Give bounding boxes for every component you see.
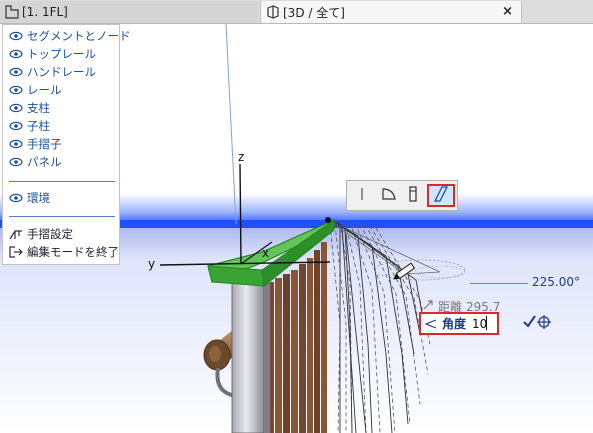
panel-item-label: パネル [27, 155, 62, 169]
pet-curved-button[interactable] [377, 184, 401, 207]
axis-label-x: x [262, 246, 269, 260]
angle-label: 角度 [442, 317, 467, 331]
panel-item-label: 手摺設定 [27, 227, 73, 241]
angle-guide-line [470, 283, 528, 284]
panel-item-label: 手摺子 [27, 137, 62, 151]
panel-item-environment[interactable]: 環境 [3, 189, 117, 207]
panel-item-label: セグメントとノード [27, 29, 131, 43]
panel-item-label: 環境 [27, 191, 50, 205]
panel-item-label: ハンドレール [27, 65, 96, 79]
tab-floor-plan-label: [1. 1FL] [22, 5, 68, 19]
panel-item-post[interactable]: 支柱 [3, 99, 117, 117]
axis-label-z: z [238, 150, 244, 164]
floor-plan-icon [4, 4, 20, 20]
axis-label-y: y [148, 257, 155, 271]
panel-item-rail[interactable]: レール [3, 81, 117, 99]
panel-item-label: 編集モードを終了 [27, 245, 119, 259]
straight-segment-icon [355, 186, 369, 205]
text-cursor [486, 316, 487, 330]
pet-straight-button[interactable] [350, 184, 374, 207]
panel-item-label: 支柱 [27, 101, 50, 115]
eye-icon [9, 102, 23, 114]
slope-icon [432, 185, 450, 206]
eye-icon [9, 66, 23, 78]
eye-icon [9, 156, 23, 168]
tab-3d-view[interactable]: [3D / 全て] × [260, 1, 522, 23]
panel-item-inner-post[interactable]: 子柱 [3, 117, 117, 135]
pet-slope-button[interactable] [427, 184, 455, 207]
node-hotspot[interactable] [325, 217, 331, 223]
angle-icon [424, 318, 438, 330]
panel-item-label: 子柱 [27, 119, 50, 133]
railing-settings-icon [9, 228, 23, 240]
eye-icon [9, 120, 23, 132]
tab-3d-view-label: [3D / 全て] [283, 5, 345, 20]
height-icon [407, 185, 419, 206]
eye-icon [9, 48, 23, 60]
railing-edit-panel: セグメントとノード トップレール ハンドレール レール 支柱 子柱 手摺子 パネ… [2, 24, 131, 265]
panel-item-baluster[interactable]: 手摺子 [3, 135, 117, 153]
angle-readout: 225.00° [532, 275, 580, 289]
eye-icon [9, 84, 23, 96]
panel-item-label: レール [27, 83, 62, 97]
panel-divider [9, 216, 115, 217]
close-icon[interactable]: × [502, 4, 513, 19]
panel-item-panel[interactable]: パネル [3, 153, 117, 171]
exit-icon [9, 246, 23, 258]
pet-height-button[interactable] [401, 184, 425, 207]
pet-palette [346, 180, 458, 211]
curve-segment-icon [381, 186, 397, 205]
eye-icon [9, 30, 23, 42]
tracker-angle-row[interactable]: 角度 [419, 312, 499, 335]
railing-settings-button[interactable]: 手摺設定 [3, 225, 117, 243]
panel-item-top-rail[interactable]: トップレール [3, 45, 117, 63]
tab-bar: [1. 1FL] [3D / 全て] × [0, 0, 593, 24]
tab-floor-plan[interactable]: [1. 1FL] [0, 1, 258, 23]
panel-divider [9, 181, 115, 182]
exit-edit-mode-button[interactable]: 編集モードを終了 [3, 243, 119, 261]
confirm-check-icon[interactable] [522, 313, 552, 331]
angle-input[interactable] [472, 316, 497, 331]
panel-item-segments-nodes[interactable]: セグメントとノード [3, 27, 131, 45]
3d-view-icon [265, 4, 281, 20]
post [231, 272, 270, 433]
panel-item-handrail[interactable]: ハンドレール [3, 63, 117, 81]
eye-icon [9, 138, 23, 150]
panel-item-label: トップレール [27, 47, 96, 61]
eye-icon [9, 192, 23, 204]
